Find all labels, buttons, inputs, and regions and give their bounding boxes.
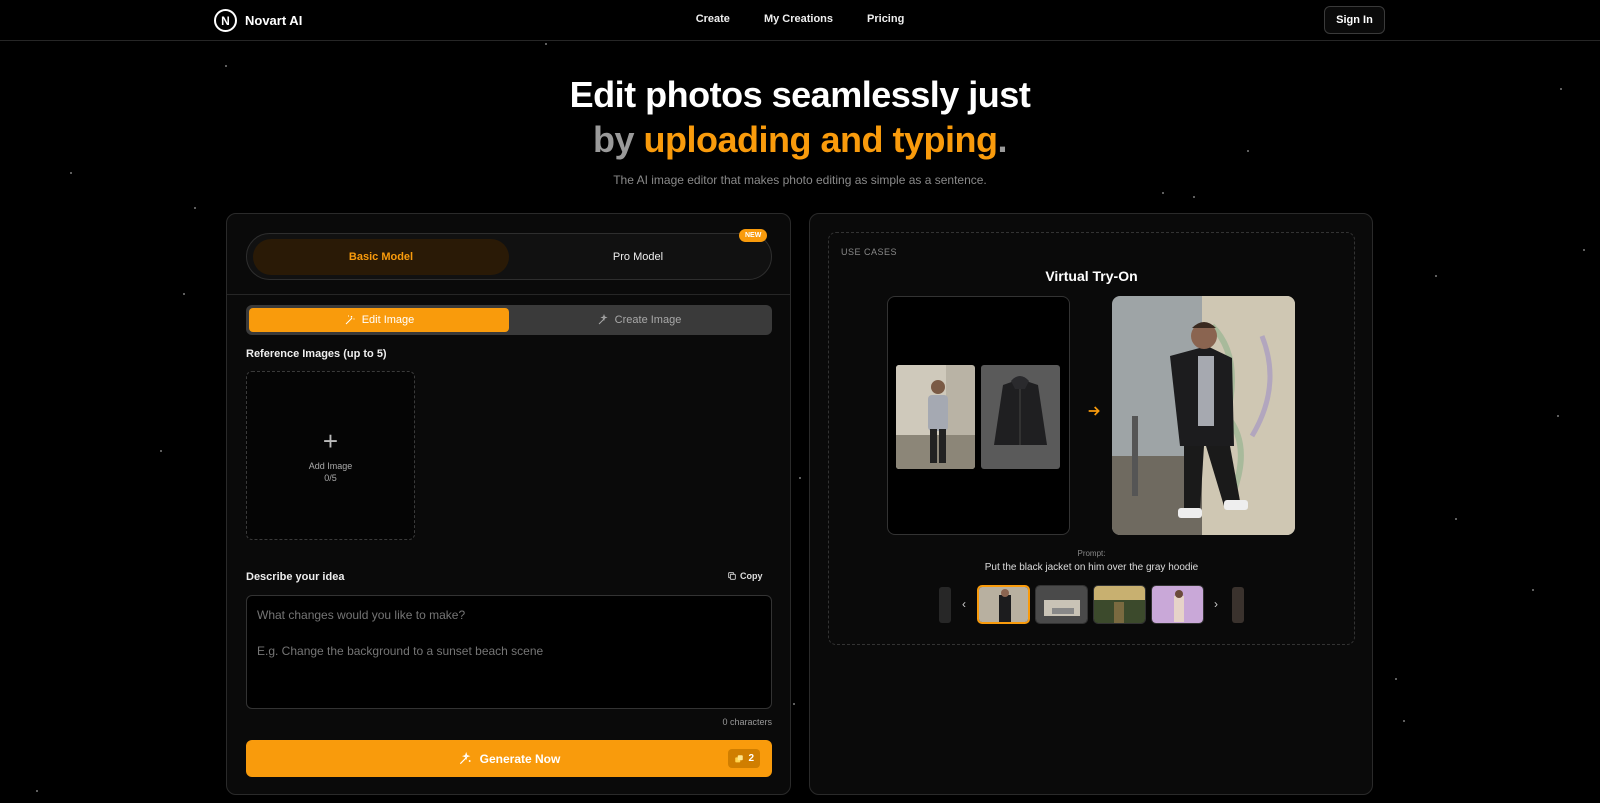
carousel-edge-left <box>939 587 951 623</box>
generate-now-button[interactable]: Generate Now 2 <box>246 740 772 777</box>
sparkle-icon <box>598 314 608 325</box>
editor-panel: Basic Model Pro Model NEW Edit Image Cre… <box>226 213 791 795</box>
prompt-input[interactable] <box>246 595 772 709</box>
credits-badge: 2 <box>728 749 760 768</box>
use-cases-panel: USE CASES Virtual Try-On Prompt: Put the… <box>809 213 1373 795</box>
tab-create-image[interactable]: Create Image <box>509 308 769 332</box>
character-count: 0 characters <box>722 717 772 727</box>
arrow-right-icon <box>1086 403 1102 424</box>
tab-create-image-label: Create Image <box>614 314 682 326</box>
use-case-card: USE CASES Virtual Try-On Prompt: Put the… <box>828 232 1355 645</box>
use-cases-label: USE CASES <box>841 247 898 257</box>
sparkle-wand-icon <box>459 751 471 764</box>
tab-edit-image[interactable]: Edit Image <box>249 308 509 332</box>
input-photo-man-hoodie <box>896 365 975 469</box>
mode-tabs: Edit Image Create Image <box>246 305 772 335</box>
generate-now-label: Generate Now <box>479 751 561 766</box>
top-navbar: N Novart AI Create My Creations Pricing … <box>0 0 1600 41</box>
plus-icon: + <box>322 425 339 456</box>
use-case-title: Virtual Try-On <box>1045 268 1138 284</box>
carousel-thumb-4[interactable] <box>1151 585 1204 624</box>
hero-line-2: by uploading and typing. <box>0 117 1600 162</box>
copy-label: Copy <box>740 571 763 581</box>
copy-icon <box>728 572 736 580</box>
nav-link-pricing[interactable]: Pricing <box>867 13 904 25</box>
hero-accent-text: uploading and typing <box>643 119 998 160</box>
nav-link-my-creations[interactable]: My Creations <box>764 13 833 25</box>
credits-count: 2 <box>748 753 754 764</box>
add-image-dropzone[interactable]: + Add Image 0/5 <box>246 371 415 540</box>
model-switch: Basic Model Pro Model <box>246 233 772 280</box>
input-images-frame <box>887 296 1070 535</box>
describe-idea-label: Describe your idea <box>246 571 345 583</box>
hero-dot: . <box>997 119 1007 160</box>
carousel-thumb-2[interactable] <box>1035 585 1088 624</box>
prompt-caption: Prompt: <box>1077 549 1106 558</box>
copy-button[interactable]: Copy <box>727 571 763 581</box>
input-photo-black-jacket <box>981 365 1060 469</box>
chevron-right-icon[interactable]: › <box>1214 597 1218 611</box>
hero-title: Edit photos seamlessly just by uploading… <box>0 72 1600 162</box>
use-case-carousel: ‹ › <box>939 585 1244 625</box>
coins-icon <box>735 754 744 762</box>
sign-in-button[interactable]: Sign In <box>1324 6 1385 34</box>
tab-edit-image-label: Edit Image <box>361 314 415 326</box>
hero-by: by <box>593 119 644 160</box>
carousel-thumb-3[interactable] <box>1093 585 1146 624</box>
hero-line-1: Edit photos seamlessly just <box>569 74 1031 115</box>
nav-link-create[interactable]: Create <box>696 13 730 25</box>
chevron-left-icon[interactable]: ‹ <box>962 597 966 611</box>
reference-images-label: Reference Images (up to 5) <box>246 348 387 360</box>
use-case-prompt: Put the black jacket on him over the gra… <box>984 562 1199 573</box>
add-image-count: 0/5 <box>324 472 337 483</box>
carousel-edge-right <box>1232 587 1244 623</box>
magic-wand-icon <box>345 315 355 325</box>
basic-model-option[interactable]: Basic Model <box>253 239 509 275</box>
carousel-thumb-1[interactable] <box>977 585 1030 624</box>
hero-subtitle: The AI image editor that makes photo edi… <box>613 173 987 187</box>
new-badge: NEW <box>739 229 768 242</box>
pro-model-option[interactable]: Pro Model <box>510 239 766 275</box>
output-photo-man-jacket <box>1112 296 1295 535</box>
add-image-label: Add Image <box>308 460 353 471</box>
divider <box>227 294 790 295</box>
